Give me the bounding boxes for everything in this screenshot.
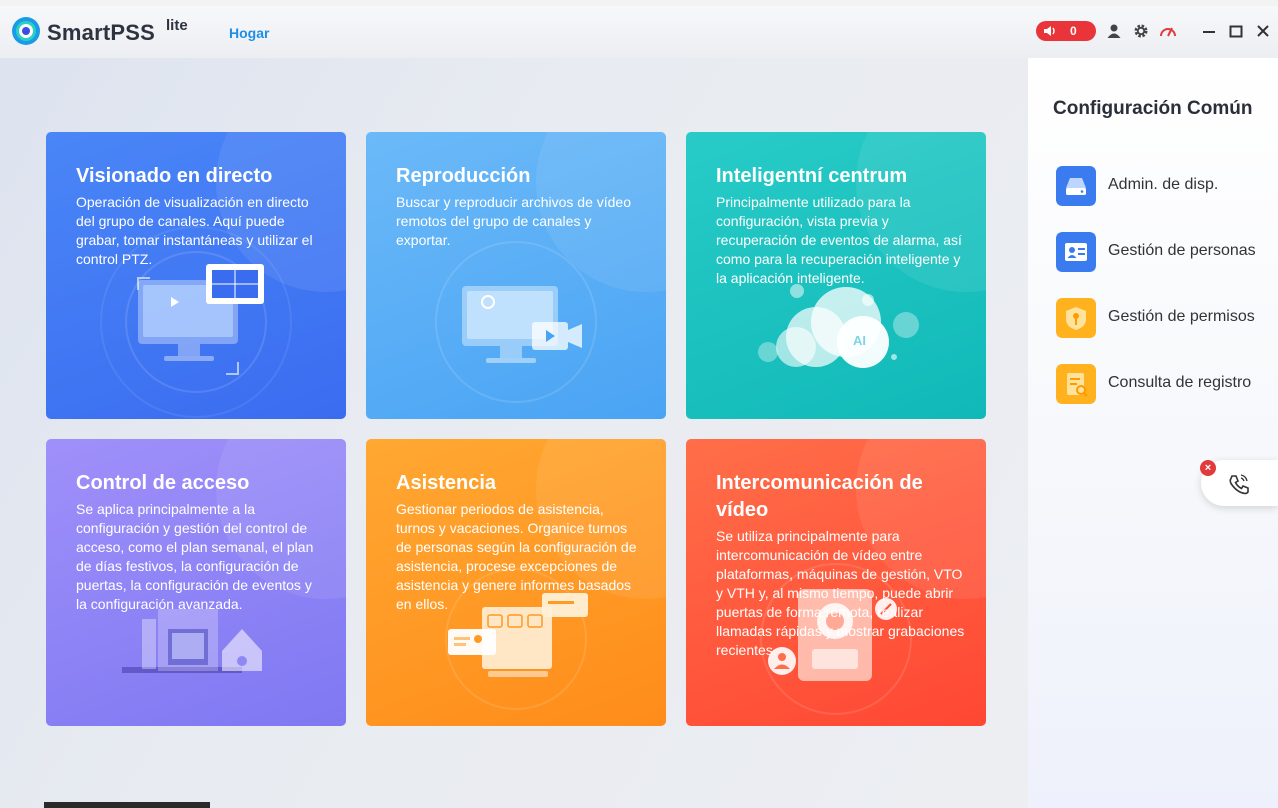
card-title: Reproducción xyxy=(396,165,531,187)
card-title: Intercomunicación de vídeo xyxy=(716,472,923,521)
card-access-control[interactable]: Control de acceso Se aplica principalmen… xyxy=(46,439,346,726)
common-config-item-label: Admin. de disp. xyxy=(1108,176,1219,193)
card-title: Asistencia xyxy=(396,472,497,494)
card-video-intercom[interactable]: Intercomunicación de vídeo Se utiliza pr… xyxy=(686,439,986,726)
common-config-item-label: Gestión de personas xyxy=(1108,242,1256,259)
call-widget-close-button[interactable]: × xyxy=(1200,460,1216,476)
common-config-item-label: Gestión de permisos xyxy=(1108,308,1255,325)
title-bar: SmartPSS lite Hogar 0 xyxy=(0,6,1278,59)
card-intelligent-center[interactable]: AI Inteligentní centrum Principalmente u… xyxy=(686,132,986,419)
common-config-title: Configuración Común xyxy=(1053,98,1253,119)
card-playback[interactable]: Reproducción Buscar y reproducir archivo… xyxy=(366,132,666,419)
card-title: Control de acceso xyxy=(76,472,250,494)
user-icon[interactable] xyxy=(1105,22,1123,40)
person-card-icon xyxy=(1056,232,1096,272)
main-content: Visionado en directo Operación de visual… xyxy=(0,58,1028,808)
speaker-icon xyxy=(1044,26,1055,36)
card-description: Se utiliza principalmente para intercomu… xyxy=(716,528,965,658)
common-config-item-device-admin[interactable]: Admin. de disp. xyxy=(1056,166,1276,206)
card-title: Visionado en directo xyxy=(76,165,273,187)
app-name: SmartPSS xyxy=(47,20,155,45)
nav-home-tab[interactable]: Hogar xyxy=(229,25,269,41)
card-description: Se aplica principalmente a la configurac… xyxy=(76,501,314,612)
common-config-panel: Configuración Común Admin. de disp. Gest… xyxy=(1028,58,1278,808)
device-icon xyxy=(1056,166,1096,206)
ai-badge: AI xyxy=(853,333,866,348)
common-config-item-person-management[interactable]: Gestión de personas xyxy=(1056,232,1276,272)
card-description: Gestionar periodos de asistencia, turnos… xyxy=(396,501,637,612)
close-icon[interactable] xyxy=(1254,22,1272,40)
common-config-item-label: Consulta de registro xyxy=(1108,374,1252,391)
card-title: Inteligentní centrum xyxy=(716,165,908,187)
taskbar-fragment xyxy=(44,802,210,808)
maximize-icon[interactable] xyxy=(1227,22,1245,40)
card-description: Buscar y reproducir archivos de vídeo re… xyxy=(396,194,631,248)
card-attendance[interactable]: Asistencia Gestionar periodos de asisten… xyxy=(366,439,666,726)
app-logo-icon xyxy=(12,17,40,45)
minimize-icon[interactable] xyxy=(1200,22,1218,40)
card-description: Operación de visualización en directo de… xyxy=(76,194,313,267)
card-description: Principalmente utilizado para la configu… xyxy=(716,194,962,286)
shield-key-icon xyxy=(1056,298,1096,338)
performance-gauge-icon[interactable] xyxy=(1159,22,1177,40)
gear-icon[interactable] xyxy=(1132,22,1150,40)
log-search-icon xyxy=(1056,364,1096,404)
alarm-counter-button[interactable]: 0 xyxy=(1036,21,1096,41)
common-config-item-permission-management[interactable]: Gestión de permisos xyxy=(1056,298,1276,338)
app-edition: lite xyxy=(166,17,188,34)
common-config-item-log-query[interactable]: Consulta de registro xyxy=(1056,364,1276,404)
card-live-view[interactable]: Visionado en directo Operación de visual… xyxy=(46,132,346,419)
alarm-count: 0 xyxy=(1070,24,1077,38)
phone-call-icon xyxy=(1229,474,1249,495)
